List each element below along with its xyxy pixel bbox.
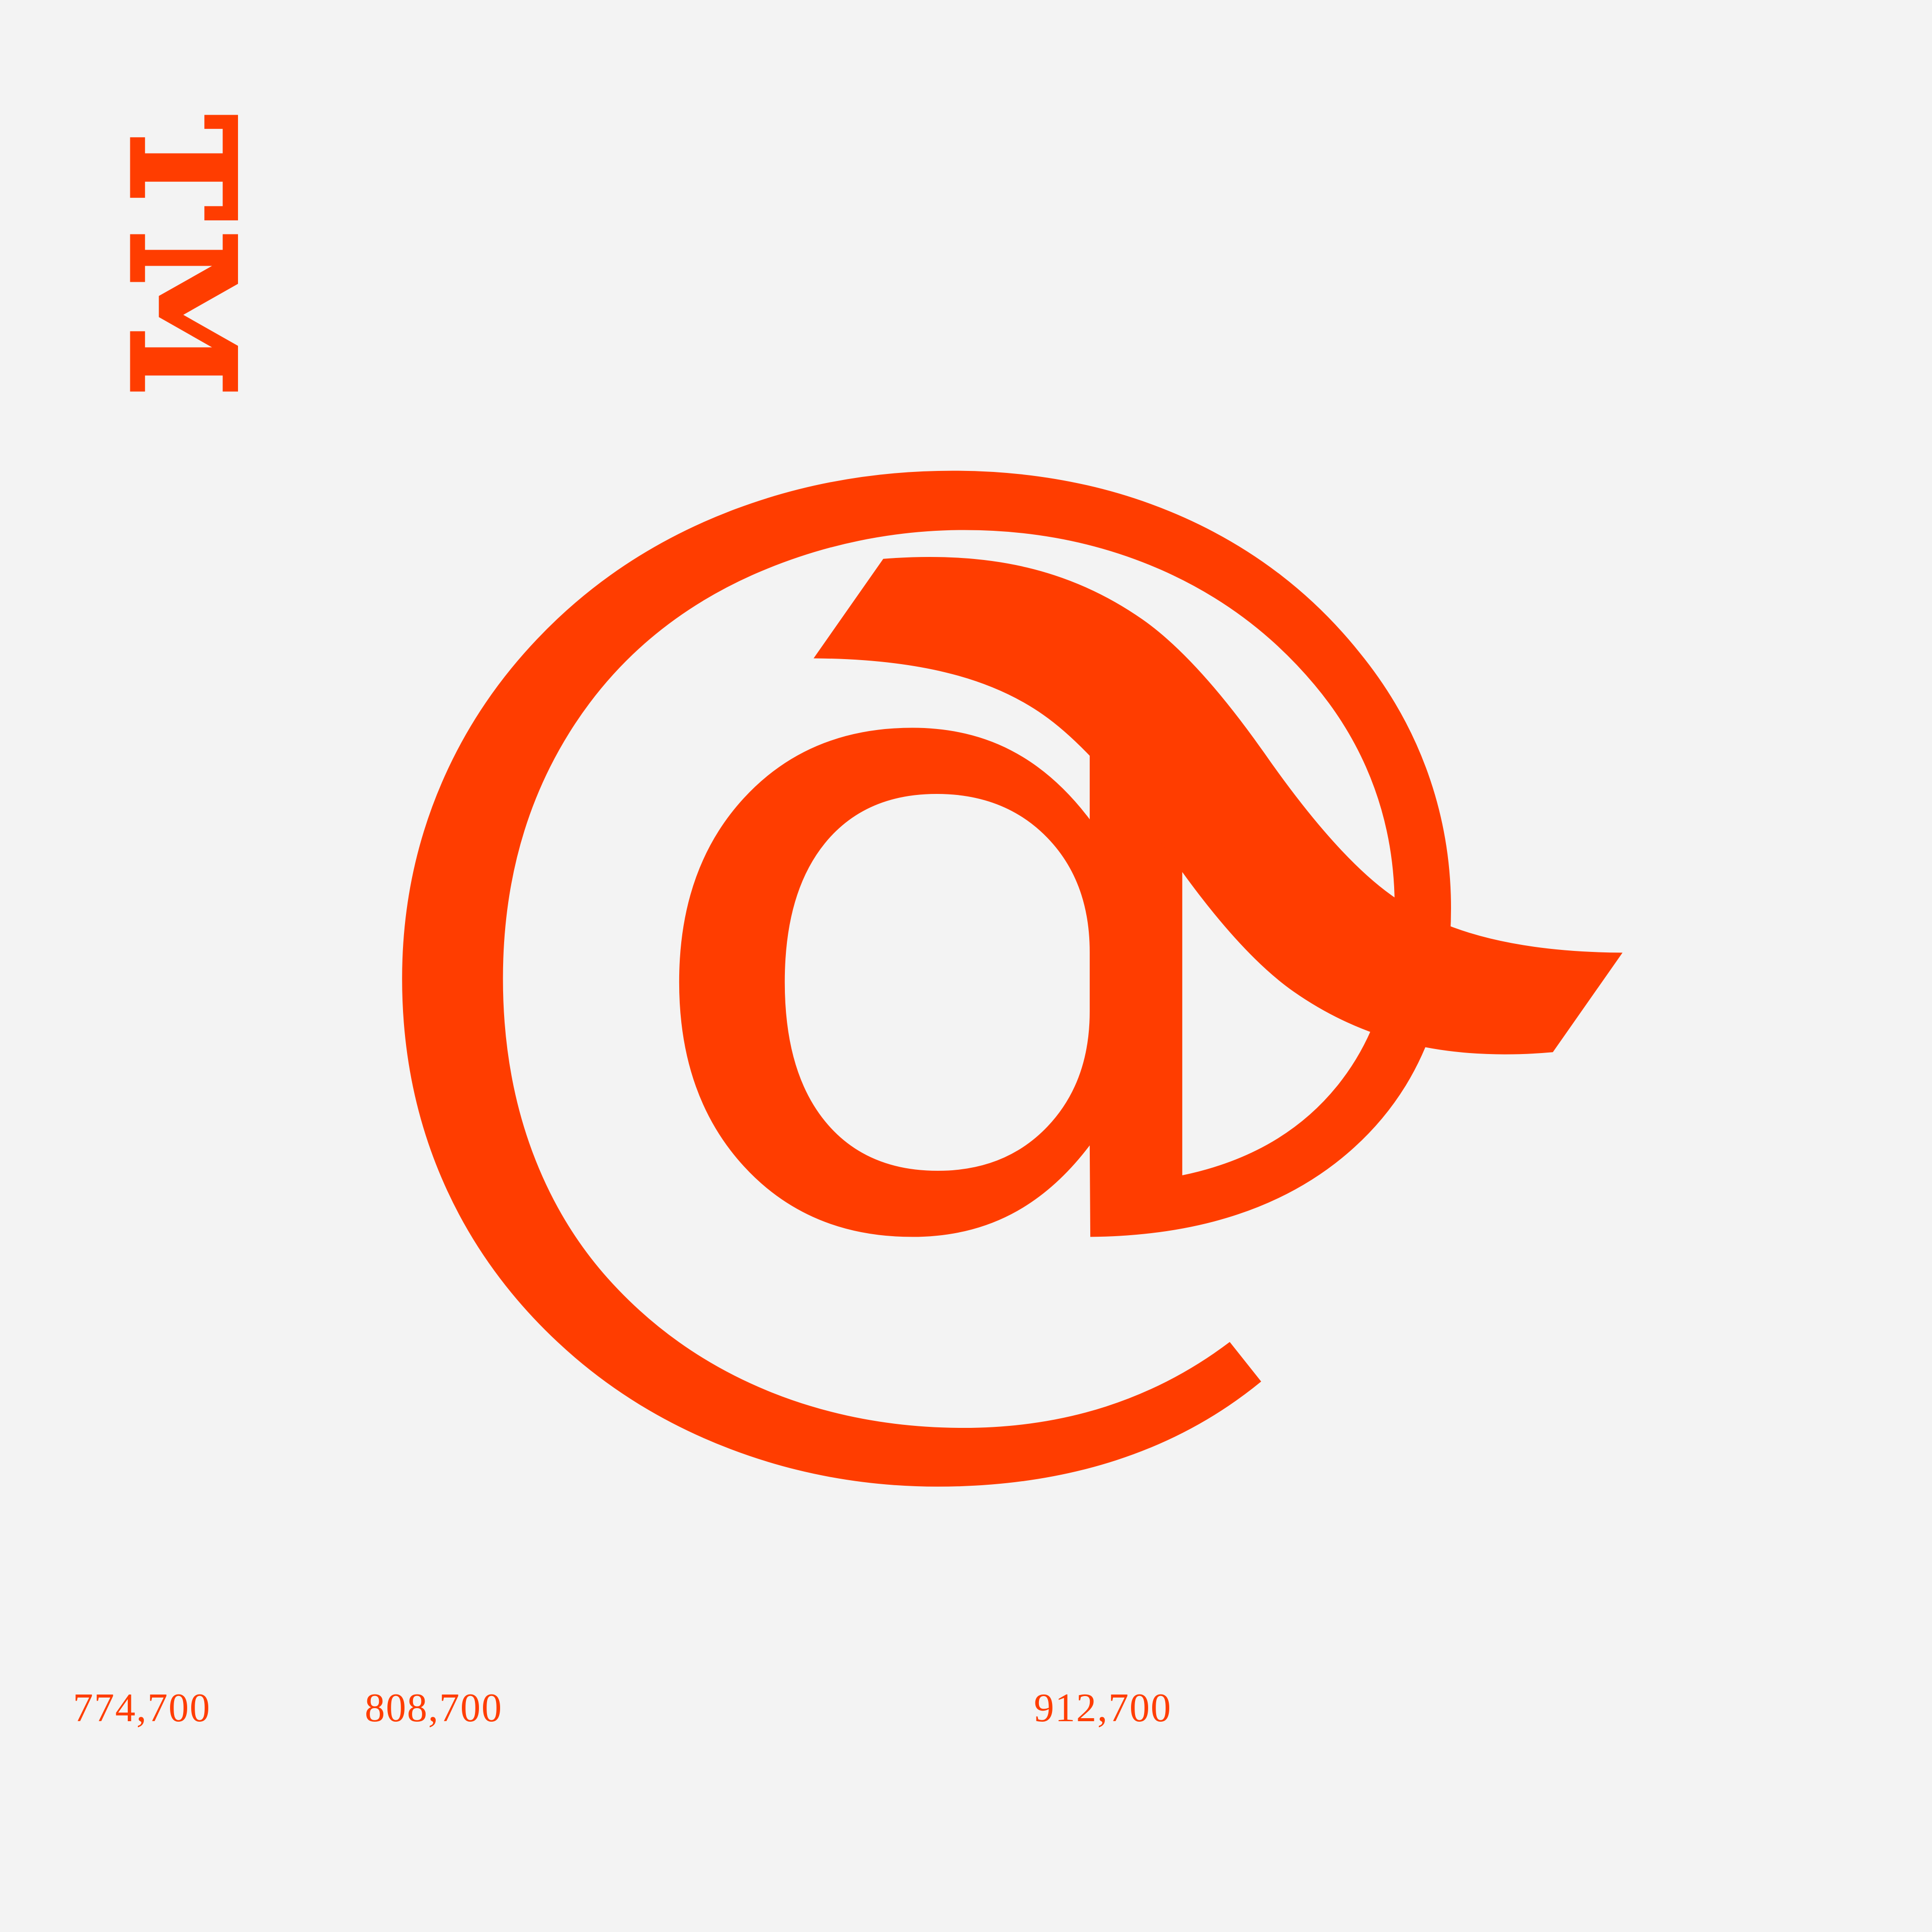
glyph-code-label-2: 808,700	[365, 1686, 503, 1730]
trademark-glyph: ™	[0, 70, 318, 674]
glyph-code-label-3: 912,700	[1034, 1686, 1172, 1730]
glyph-code-label-1: 774,700	[73, 1686, 211, 1730]
